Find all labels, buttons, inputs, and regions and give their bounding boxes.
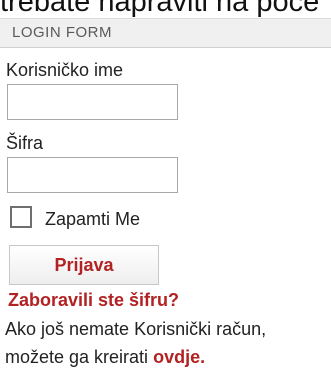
remember-me-checkbox[interactable] <box>10 206 32 228</box>
password-input[interactable] <box>7 157 178 193</box>
remember-me-label: Zapamti Me <box>45 209 141 229</box>
login-form-title: LOGIN FORM <box>12 24 113 41</box>
page-top-text: trebate napraviti na poče <box>0 0 320 18</box>
create-account-link[interactable]: ovdje <box>153 347 200 367</box>
login-form-header: LOGIN FORM <box>0 18 331 48</box>
username-label: Korisničko ime <box>6 60 124 80</box>
create-account-text: možete ga kreirati <box>5 347 149 367</box>
create-account-line: možete ga kreirati ovdje. <box>5 347 205 368</box>
username-input[interactable] <box>7 84 178 120</box>
forgot-password-link[interactable]: Zaboravili ste šifru? <box>8 290 179 311</box>
login-button[interactable]: Prijava <box>9 245 159 285</box>
create-account-suffix: . <box>200 347 206 367</box>
no-account-text: Ako još nemate Korisnički račun, <box>5 319 267 339</box>
password-label: Šifra <box>6 133 44 153</box>
